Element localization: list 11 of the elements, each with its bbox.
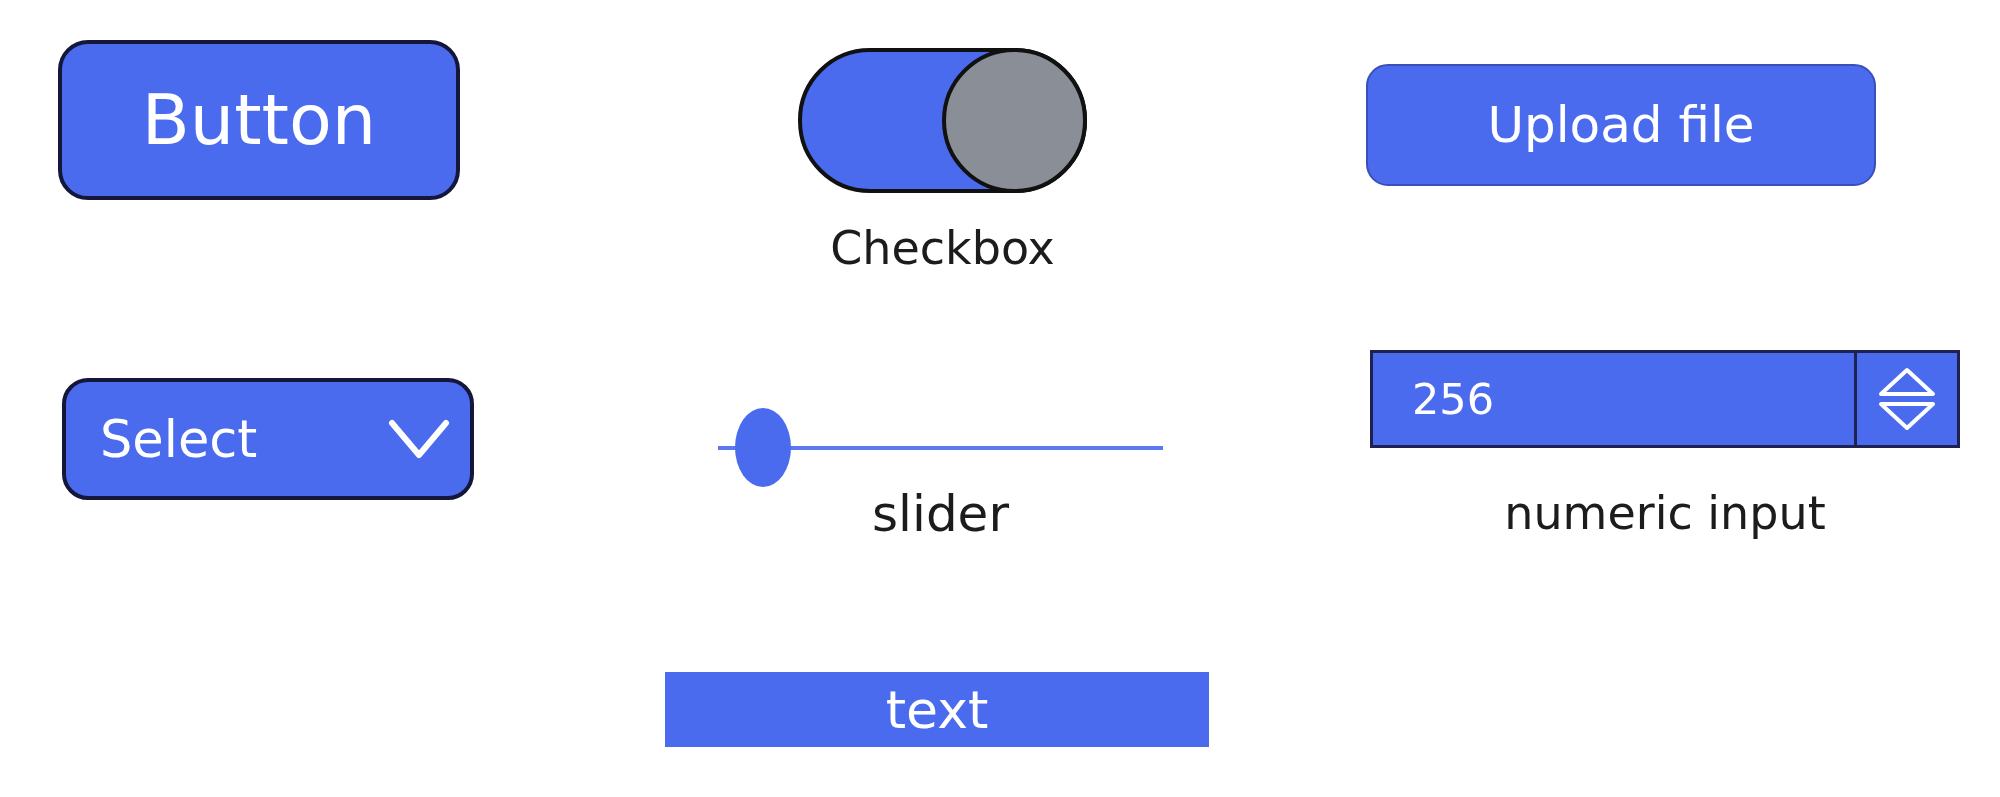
button[interactable]: Button — [58, 40, 460, 200]
text-input-field[interactable]: text — [665, 672, 1209, 747]
up-down-triangles-icon — [1878, 367, 1936, 431]
chevron-down-icon — [388, 419, 450, 459]
spinner-button[interactable] — [1854, 350, 1960, 448]
numeric-input-field[interactable]: 256 — [1370, 350, 1854, 448]
select-dropdown[interactable]: Select — [62, 378, 474, 500]
upload-button[interactable]: Upload file — [1366, 64, 1876, 186]
slider-label: slider — [872, 487, 1009, 542]
numeric-input-label: numeric input — [1504, 487, 1826, 541]
toggle-label: Checkbox — [830, 222, 1055, 276]
